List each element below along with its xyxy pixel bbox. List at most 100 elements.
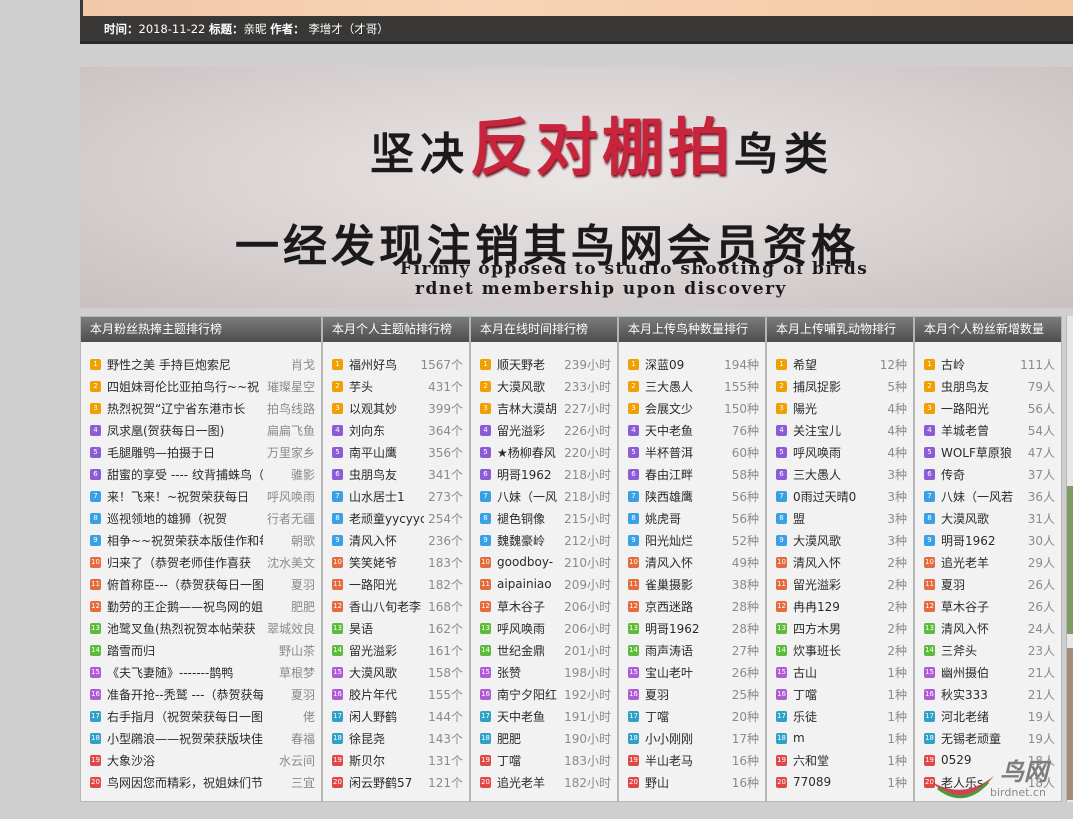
ranking-row[interactable]: 4 留光溢彩 226小时: [471, 419, 617, 441]
ranking-row[interactable]: 2 四姐妹哥伦比亚拍鸟行~~祝 璀璨星空: [81, 375, 321, 397]
ranking-row[interactable]: 1 野性之美 手持巨炮索尼 肖戈: [81, 353, 321, 375]
ranking-row[interactable]: 8 盟 3种: [767, 507, 913, 529]
ranking-name-link[interactable]: 四方木男: [793, 620, 883, 637]
ranking-row[interactable]: 5 ★杨柳春风 220小时: [471, 441, 617, 463]
ranking-row[interactable]: 14 踏雪而归 野山茶: [81, 639, 321, 661]
ranking-row[interactable]: 6 虫朋鸟友 341个: [323, 463, 469, 485]
ranking-row[interactable]: 16 准备开抢--秃鹫 ---（恭贺获每日 夏羽: [81, 683, 321, 705]
ranking-name-link[interactable]: 俯首称臣---（恭贺获每日一图）: [107, 576, 263, 593]
ranking-name-link[interactable]: 南平山鹰: [349, 444, 424, 461]
ranking-name-link[interactable]: 肥肥: [497, 730, 560, 747]
ranking-name-link[interactable]: 古山: [793, 664, 883, 681]
ranking-name-link[interactable]: 八妹（一风若: [941, 488, 1024, 505]
ranking-row[interactable]: 7 0雨过天晴0 3种: [767, 485, 913, 507]
ranking-value[interactable]: 翠城效良: [267, 620, 315, 637]
ranking-row[interactable]: 20 鸟网因您而精彩，祝姐妹们节日 三宜: [81, 771, 321, 793]
ranking-row[interactable]: 13 池鹭叉鱼(热烈祝贺本帖荣获 翠城效良: [81, 617, 321, 639]
ranking-name-link[interactable]: 勤劳的王企鹅——祝鸟网的姐妹: [107, 598, 263, 615]
ranking-row[interactable]: 15 大漠风歌 158个: [323, 661, 469, 683]
ranking-row[interactable]: 2 捕凤捉影 5种: [767, 375, 913, 397]
ranking-row[interactable]: 2 大漠风歌 233小时: [471, 375, 617, 397]
ranking-row[interactable]: 7 八妹（一风 218小时: [471, 485, 617, 507]
ranking-name-link[interactable]: 大漠风歌: [941, 510, 1024, 527]
ranking-name-link[interactable]: 斯贝尔: [349, 752, 424, 769]
ranking-row[interactable]: 15 古山 1种: [767, 661, 913, 683]
ranking-name-link[interactable]: 半山老马: [645, 752, 728, 769]
ranking-name-link[interactable]: 笑笑姥爷: [349, 554, 424, 571]
ranking-name-link[interactable]: 丁噹: [497, 752, 560, 769]
ranking-name-link[interactable]: 草木谷子: [941, 598, 1024, 615]
ranking-name-link[interactable]: 陽光: [793, 400, 883, 417]
ranking-row[interactable]: 17 河北老绪 19人: [915, 705, 1061, 727]
ranking-row[interactable]: 7 陕西雄鹰 56种: [619, 485, 765, 507]
ranking-row[interactable]: 11 俯首称臣---（恭贺获每日一图） 夏羽: [81, 573, 321, 595]
ranking-name-link[interactable]: 三大愚人: [793, 466, 883, 483]
ranking-name-link[interactable]: 野性之美 手持巨炮索尼: [107, 356, 263, 373]
ranking-row[interactable]: 1 希望 12种: [767, 353, 913, 375]
ranking-row[interactable]: 1 深蓝09 194种: [619, 353, 765, 375]
ranking-name-link[interactable]: 草木谷子: [497, 598, 560, 615]
ranking-row[interactable]: 6 三大愚人 3种: [767, 463, 913, 485]
ranking-name-link[interactable]: 顺天野老: [497, 356, 560, 373]
ranking-row[interactable]: 6 甜蜜的享受 ---- 纹背捕蛛鸟（恭 骓影: [81, 463, 321, 485]
ranking-name-link[interactable]: 老顽童yycyyc: [349, 510, 424, 527]
ranking-name-link[interactable]: 冉冉129: [793, 598, 883, 615]
ranking-row[interactable]: 19 大象沙浴 水云间: [81, 749, 321, 771]
ranking-name-link[interactable]: 京西迷路: [645, 598, 728, 615]
ranking-row[interactable]: 2 虫朋鸟友 79人: [915, 375, 1061, 397]
ranking-row[interactable]: 9 明哥1962 30人: [915, 529, 1061, 551]
ranking-name-link[interactable]: 乐徒: [793, 708, 883, 725]
ranking-row[interactable]: 12 草木谷子 206小时: [471, 595, 617, 617]
ranking-name-link[interactable]: 刘向东: [349, 422, 424, 439]
ranking-row[interactable]: 12 京西迷路 28种: [619, 595, 765, 617]
ranking-row[interactable]: 5 呼风唤雨 4种: [767, 441, 913, 463]
ranking-row[interactable]: 10 清风入怀 2种: [767, 551, 913, 573]
ranking-name-link[interactable]: 捕凤捉影: [793, 378, 883, 395]
ranking-name-link[interactable]: 香山八旬老李: [349, 598, 424, 615]
ranking-row[interactable]: 8 老顽童yycyyc 254个: [323, 507, 469, 529]
ranking-row[interactable]: 13 明哥1962 28种: [619, 617, 765, 639]
ranking-name-link[interactable]: 丁噹: [793, 686, 883, 703]
ranking-value[interactable]: 野山茶: [267, 642, 315, 659]
ranking-name-link[interactable]: 准备开抢--秃鹫 ---（恭贺获每日: [107, 686, 263, 703]
ranking-value[interactable]: 扁扁飞鱼: [267, 422, 315, 439]
ranking-value[interactable]: 春福: [267, 730, 315, 747]
ranking-row[interactable]: 14 炊事班长 2种: [767, 639, 913, 661]
ranking-row[interactable]: 4 天中老鱼 76种: [619, 419, 765, 441]
ranking-name-link[interactable]: 南宁夕阳红: [497, 686, 560, 703]
ranking-name-link[interactable]: 毛腿雕鸮—拍摄于日: [107, 444, 263, 461]
ranking-name-link[interactable]: 清风入怀: [941, 620, 1024, 637]
ranking-row[interactable]: 1 古岭 111人: [915, 353, 1061, 375]
ranking-row[interactable]: 14 雨声涛语 27种: [619, 639, 765, 661]
ranking-row[interactable]: 3 热烈祝贺“辽宁省东港市长 拍鸟线路: [81, 397, 321, 419]
post-author[interactable]: 李增才（才哥）: [308, 22, 389, 36]
ranking-row[interactable]: 12 草木谷子 26人: [915, 595, 1061, 617]
ranking-name-link[interactable]: 姚虎哥: [645, 510, 728, 527]
ranking-row[interactable]: 18 小小刚刚 17种: [619, 727, 765, 749]
ranking-name-link[interactable]: 半杯普洱: [645, 444, 728, 461]
ranking-value[interactable]: 拍鸟线路: [267, 400, 315, 417]
ranking-name-link[interactable]: 来！飞来！~祝贺荣获每日: [107, 488, 263, 505]
ranking-row[interactable]: 5 南平山鹰 356个: [323, 441, 469, 463]
ranking-name-link[interactable]: 传奇: [941, 466, 1024, 483]
ranking-row[interactable]: 12 勤劳的王企鹅——祝鸟网的姐妹 肥肥: [81, 595, 321, 617]
ranking-name-link[interactable]: 丁噹: [645, 708, 728, 725]
ranking-row[interactable]: 11 夏羽 26人: [915, 573, 1061, 595]
ranking-name-link[interactable]: 天中老鱼: [497, 708, 560, 725]
ranking-value[interactable]: 肖戈: [267, 356, 315, 373]
ranking-name-link[interactable]: 羊城老曾: [941, 422, 1024, 439]
ranking-name-link[interactable]: 大象沙浴: [107, 752, 263, 769]
ranking-name-link[interactable]: 世纪金鼎: [497, 642, 560, 659]
ranking-value[interactable]: 万里家乡一梦幸: [267, 444, 315, 461]
ranking-name-link[interactable]: 《夫飞妻随》-------鹊鸭: [107, 664, 263, 681]
ranking-name-link[interactable]: 热烈祝贺“辽宁省东港市长: [107, 400, 263, 417]
ranking-name-link[interactable]: 雀巢摄影: [645, 576, 728, 593]
ranking-row[interactable]: 11 一路阳光 182个: [323, 573, 469, 595]
ranking-row[interactable]: 9 清风入怀 236个: [323, 529, 469, 551]
ranking-name-link[interactable]: 雨声涛语: [645, 642, 728, 659]
ranking-row[interactable]: 16 夏羽 25种: [619, 683, 765, 705]
ranking-name-link[interactable]: 清风入怀: [793, 554, 883, 571]
ranking-row[interactable]: 18 小型鸊浪——祝贺荣获版块佳作 春福: [81, 727, 321, 749]
ranking-name-link[interactable]: 归来了（恭贺老师佳作喜获: [107, 554, 263, 571]
ranking-name-link[interactable]: 山水居士1: [349, 488, 424, 505]
